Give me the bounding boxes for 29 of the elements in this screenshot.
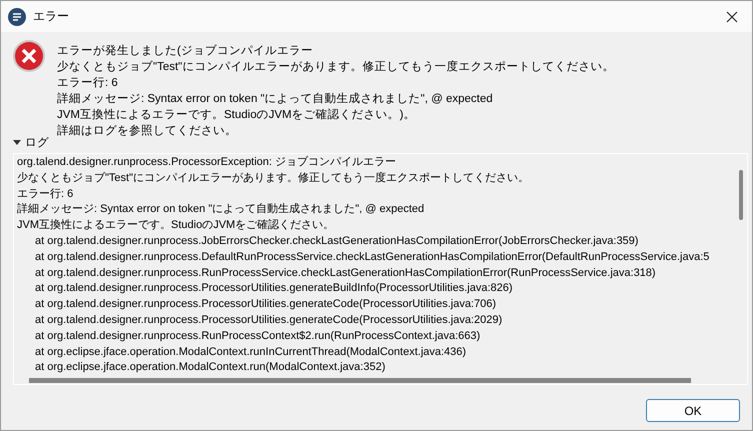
log-line: at org.talend.designer.runprocess.RunProcessService.checkLastGenerationHasCompilationError(RunProcessService.java:318) [34, 266, 657, 281]
log-line: at org.talend.designer.runprocess.ProcessorUtilities.generateCode(ProcessorUtilities.java:706) [34, 297, 498, 312]
log-line: at org.eclipse.jface.operation.ModalContext.runInCurrentThread(ModalContext.java:436) [34, 344, 468, 360]
log-line: at org.eclipse.jface.operation.ModalContext.run(ModalContext.java:352) [34, 360, 386, 376]
log-line: at org.talend.designer.runprocess.ProcessorUtilities.generateCode(ProcessorUtilities.java:2029) [34, 312, 504, 328]
error-icon [12, 39, 46, 73]
error-message-line: JVM互換性によるエラーです。StudioのJVMをご確認ください。)。 [57, 108, 416, 123]
error-message-line: エラー行: 6 [57, 76, 119, 91]
log-line: org.talend.designer.runprocess.ProcessorException: ジョブコンパイルエラー [17, 155, 398, 170]
error-message-line: 詳細はログを参照してください。 [57, 124, 238, 139]
error-message-line: エラーが発生しました(ジョブコンパイルエラー [57, 44, 314, 59]
app-icon [8, 8, 26, 26]
log-line: JVM互換性によるエラーです。StudioのJVMをご確認ください。 [17, 218, 336, 234]
error-message-line: 少なくともジョブ"Test"にコンパイルエラーがあります。修正してもう一度エクスポートしてください。 [57, 60, 614, 75]
error-message-line: 詳細メッセージ: Syntax error on token "によって自動生成されました", @ expected [57, 92, 494, 107]
log-line: 詳細メッセージ: Syntax error on token "によって自動生成されました", @ expected [17, 202, 426, 218]
vertical-scrollbar[interactable] [739, 170, 743, 220]
expanded-caret-icon[interactable] [13, 138, 21, 146]
log-label: ログ [25, 136, 49, 150]
log-line: at org.talend.designer.runprocess.RunProcessContext$2.run(RunProcessContext.java:663) [34, 328, 482, 344]
log-line: at org.talend.designer.runprocess.JobErrorsChecker.checkLastGenerationHasCompilationError(JobErrorsChecker.java:359) [34, 234, 640, 249]
close-icon [726, 10, 738, 22]
horizontal-scrollbar[interactable] [29, 378, 691, 384]
log-line: at org.talend.designer.runprocess.DefaultRunProcessService.checkLastGenerationHasCompilationError(DefaultRunProcessService.java:5 [34, 250, 710, 265]
ok-button[interactable]: OK [646, 399, 740, 422]
log-line: 少なくともジョブ"Test"にコンパイルエラーがあります。修正してもう一度エクスポートしてください。 [17, 170, 530, 186]
log-line: at org.talend.designer.runprocess.ProcessorUtilities.generateBuildInfo(ProcessorUtilities.java:826) [34, 281, 514, 296]
window-title: エラー [33, 8, 70, 25]
log-line: エラー行: 6 [17, 186, 74, 202]
